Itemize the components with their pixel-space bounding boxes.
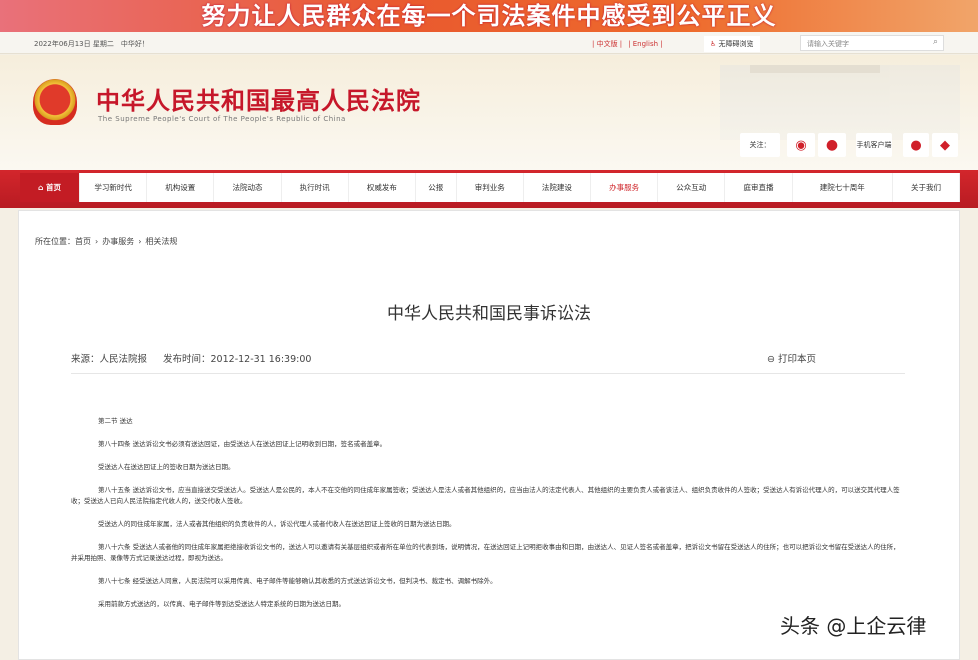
accessibility-icon: ♿ xyxy=(710,40,716,48)
nav-item[interactable]: 权威发布 xyxy=(349,173,416,202)
accessibility-label: 无障碍浏览 xyxy=(719,40,754,48)
paragraph: 采用前款方式送达的，以传真、电子邮件等到达受送达人特定系统的日期为送达日期。 xyxy=(71,599,905,610)
chinese-version-link[interactable]: | 中文版 | xyxy=(592,40,622,48)
apple-icon[interactable]: ● xyxy=(903,133,929,157)
search-input[interactable]: 请输入关键字 ⌕ xyxy=(800,35,944,51)
nav-home[interactable]: ⌂ 首页 xyxy=(20,173,80,202)
nav-item[interactable]: 关于我们 xyxy=(893,173,960,202)
paragraph: 受送达人在送达回证上的签收日期为送达日期。 xyxy=(71,462,905,473)
wechat-icon[interactable]: ● xyxy=(818,133,846,157)
print-label: 打印本页 xyxy=(778,354,816,365)
breadcrumb-separator: › xyxy=(138,237,141,246)
article-title: 中华人民共和国民事诉讼法 xyxy=(19,299,959,324)
english-version-link[interactable]: | English | xyxy=(628,40,662,48)
nav-item[interactable]: 法院动态 xyxy=(214,173,281,202)
publish-time: 发布时间：2012-12-31 16:39:00 xyxy=(163,354,311,365)
android-icon[interactable]: ◆ xyxy=(932,133,958,157)
article-source: 来源：人民法院报 xyxy=(71,354,147,365)
paragraph: 第八十四条 送达诉讼文书必须有送达回证，由受送达人在送达回证上记明收到日期，签名… xyxy=(71,439,905,450)
nav-item[interactable]: 审判业务 xyxy=(457,173,524,202)
nav-item[interactable]: 建院七十周年 xyxy=(793,173,893,202)
nav-home-label: 首页 xyxy=(46,183,61,192)
article-card: 所在位置：首页 › 办事服务 › 相关法规 中华人民共和国民事诉讼法 来源：人民法院报 发… xyxy=(18,210,960,660)
breadcrumb-service[interactable]: 办事服务 xyxy=(102,237,134,246)
main-nav: ⌂ 首页 学习新时代 机构设置 法院动态 执行时讯 权威发布 公报 审判业务 法… xyxy=(0,170,978,208)
nav-item[interactable]: 公报 xyxy=(416,173,457,202)
nav-item[interactable]: 机构设置 xyxy=(147,173,214,202)
site-subtitle: The Supreme People's Court of The People… xyxy=(98,115,346,123)
nav-item[interactable]: 执行时讯 xyxy=(282,173,349,202)
paragraph: 受送达人的同住成年家属，法人或者其他组织的负责收件的人，诉讼代理人或者代收人在送… xyxy=(71,519,905,530)
nav-item[interactable]: 庭审直播 xyxy=(725,173,792,202)
accessibility-button[interactable]: ♿ 无障碍浏览 xyxy=(704,36,760,52)
site-title[interactable]: 中华人民共和国最高人民法院 xyxy=(96,81,421,116)
print-button[interactable]: ⊖ 打印本页 xyxy=(767,351,816,365)
paragraph: 第八十五条 送达诉讼文书，应当直接送交受送达人。受送达人是公民的，本人不在交他的… xyxy=(71,485,905,507)
paragraph: 第二节 送达 xyxy=(71,416,905,427)
national-emblem-logo xyxy=(33,79,77,125)
watermark: 头条 @上企云律 xyxy=(780,610,926,639)
article-meta: 来源：人民法院报 发布时间：2012-12-31 16:39:00 xyxy=(71,351,327,365)
breadcrumb-current[interactable]: 相关法规 xyxy=(145,237,177,246)
follow-label: 关注： xyxy=(740,133,780,157)
mobile-app-label: 手机客户端 xyxy=(856,133,892,157)
paragraph: 第八十七条 经受送达人同意，人民法院可以采用传真、电子邮件等能够确认其收悉的方式… xyxy=(71,576,905,587)
nav-item[interactable]: 学习新时代 xyxy=(80,173,147,202)
paragraph: 第八十六条 受送达人或者他的同住成年家属拒绝接收诉讼文书的，送达人可以邀请有关基… xyxy=(71,542,905,564)
top-bar: 2022年06月13日 星期二 中华好！ | 中文版 || English | … xyxy=(0,32,978,54)
court-building-image xyxy=(720,65,960,140)
date-text: 2022年06月13日 星期二 中华好！ xyxy=(34,39,149,49)
article-body: 第二节 送达 第八十四条 送达诉讼文书必须有送达回证，由受送达人在送达回证上记明… xyxy=(71,416,905,622)
search-placeholder: 请输入关键字 xyxy=(807,40,849,48)
breadcrumb-home[interactable]: 所在位置：首页 xyxy=(35,237,91,246)
home-icon: ⌂ xyxy=(38,183,46,192)
nav-item[interactable]: 法院建设 xyxy=(524,173,591,202)
divider xyxy=(71,373,905,374)
nav-item[interactable]: 公众互动 xyxy=(658,173,725,202)
print-icon: ⊖ xyxy=(767,354,778,365)
search-icon[interactable]: ⌕ xyxy=(933,37,938,47)
breadcrumb-separator: › xyxy=(95,237,98,246)
breadcrumb: 所在位置：首页 › 办事服务 › 相关法规 xyxy=(35,236,181,247)
weibo-icon[interactable]: ◉ xyxy=(787,133,815,157)
slogan-banner: 努力让人民群众在每一个司法案件中感受到公平正义 xyxy=(0,0,978,32)
nav-item-active[interactable]: 办事服务 xyxy=(591,173,658,202)
